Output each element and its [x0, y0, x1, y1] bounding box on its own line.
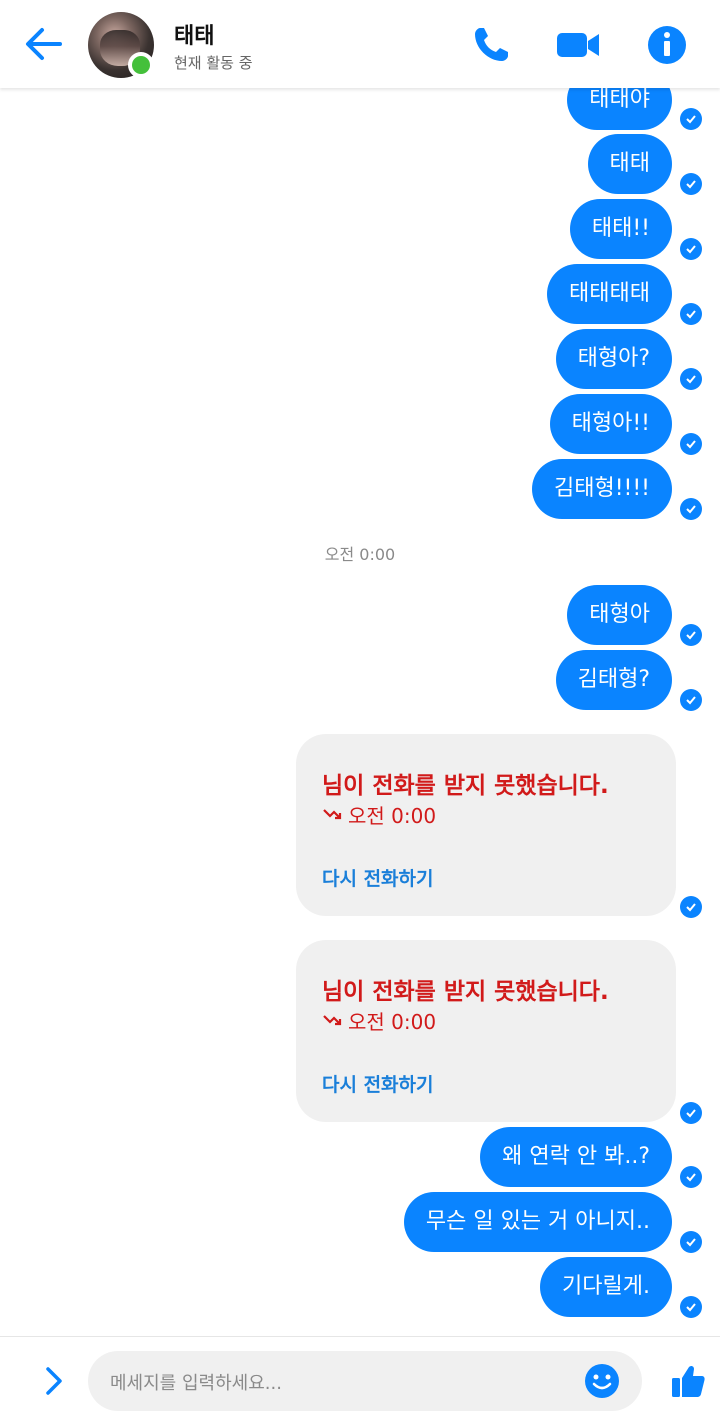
message-row: 태형아? — [0, 329, 720, 390]
read-check-icon — [680, 1296, 702, 1318]
message-bubble[interactable]: 기다릴게. — [540, 1257, 672, 1317]
read-check-icon — [680, 433, 702, 455]
message-bubble[interactable]: 김태형!!!! — [532, 459, 672, 519]
message-bubble[interactable]: 왜 연락 안 봐..? — [480, 1127, 672, 1187]
read-check-icon — [680, 498, 702, 520]
chevron-right-icon[interactable] — [40, 1363, 68, 1399]
read-check-icon — [680, 896, 702, 918]
message-bubble[interactable]: 태형아? — [555, 329, 672, 389]
video-camera-icon[interactable] — [554, 22, 602, 68]
timestamp: 오전 0:00 — [324, 545, 396, 564]
message-bubble[interactable]: 태태태태 — [547, 264, 672, 324]
read-check-icon — [680, 173, 702, 195]
info-icon[interactable] — [643, 22, 691, 68]
missed-call-time: 오전 0:00 — [348, 1010, 437, 1034]
message-input[interactable]: 메세지를 입력하세요... — [88, 1351, 642, 1411]
message-bubble[interactable]: 태태!! — [569, 199, 672, 259]
message-bubble[interactable]: 태형아 — [567, 585, 672, 645]
read-check-icon — [680, 624, 702, 646]
chat-header: 태태 현재 활동 중 — [0, 0, 720, 88]
phone-icon[interactable] — [468, 22, 516, 68]
read-check-icon — [680, 689, 702, 711]
contact-name[interactable]: 태태 — [174, 18, 214, 50]
message-row: 기다릴게. — [0, 1257, 720, 1318]
back-arrow-icon[interactable] — [20, 22, 68, 66]
message-row: 태태 — [0, 134, 720, 195]
missed-call-arrow-icon — [323, 1015, 342, 1026]
contact-status: 현재 활동 중 — [174, 54, 253, 72]
read-check-icon — [680, 368, 702, 390]
message-row: 김태형!!!! — [0, 459, 720, 520]
missed-call-arrow-icon — [323, 809, 342, 820]
read-check-icon — [680, 303, 702, 325]
message-row: 태태!! — [0, 199, 720, 260]
message-bubble[interactable]: 태형아!! — [549, 394, 672, 454]
read-check-icon — [680, 238, 702, 260]
call-again-button[interactable]: 다시 전화하기 — [322, 864, 434, 891]
missed-call-card: 님이 전화를 받지 못했습니다. 오전 0:00 다시 전화하기 — [296, 940, 676, 1122]
message-bubble[interactable]: 태태 — [587, 134, 672, 194]
read-check-icon — [680, 1166, 702, 1188]
composer-bar: 메세지를 입력하세요... — [0, 1336, 720, 1424]
online-status-dot — [128, 52, 154, 78]
read-check-icon — [680, 108, 702, 130]
message-row: 무슨 일 있는 거 아니지.. — [0, 1192, 720, 1253]
message-input-placeholder: 메세지를 입력하세요... — [110, 1373, 282, 1394]
message-bubble[interactable]: 김태형? — [555, 650, 672, 710]
read-check-icon — [680, 1231, 702, 1253]
call-again-button[interactable]: 다시 전화하기 — [322, 1070, 434, 1097]
message-row: 김태형? — [0, 650, 720, 711]
thumbs-up-icon[interactable] — [670, 1363, 706, 1399]
missed-call-card: 님이 전화를 받지 못했습니다. 오전 0:00 다시 전화하기 — [296, 734, 676, 916]
message-bubble[interactable]: 무슨 일 있는 거 아니지.. — [403, 1192, 672, 1252]
message-row: 태태태태 — [0, 264, 720, 325]
message-row: 왜 연락 안 봐..? — [0, 1127, 720, 1188]
read-check-icon — [680, 1102, 702, 1124]
missed-call-time: 오전 0:00 — [348, 804, 437, 828]
message-row: 태형아 — [0, 585, 720, 646]
missed-call-title: 님이 전화를 받지 못했습니다. — [322, 979, 609, 1005]
message-row: 태형아!! — [0, 394, 720, 455]
missed-call-title: 님이 전화를 받지 못했습니다. — [322, 773, 609, 799]
emoji-icon[interactable] — [584, 1363, 620, 1399]
